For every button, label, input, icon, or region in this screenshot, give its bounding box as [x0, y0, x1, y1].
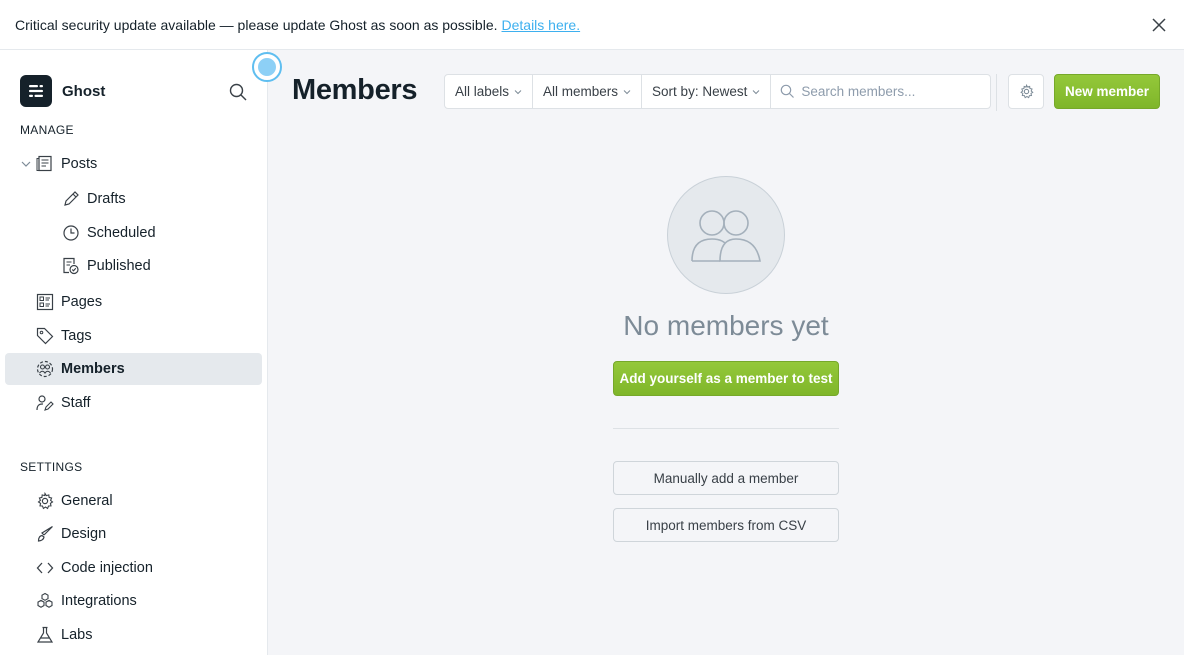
close-icon[interactable]	[1150, 16, 1168, 34]
sidebar-item-label: Integrations	[61, 593, 137, 609]
brand[interactable]: Ghost	[20, 75, 105, 107]
flask-icon	[36, 626, 54, 643]
pencil-icon	[64, 191, 79, 206]
add-yourself-button[interactable]: Add yourself as a member to test	[613, 361, 839, 396]
integrations-icon	[37, 592, 53, 608]
sidebar-item-pages[interactable]: Pages	[5, 286, 262, 318]
members-filter-label: All members	[543, 84, 619, 99]
labels-filter[interactable]: All labels	[445, 75, 534, 108]
brand-name: Ghost	[62, 82, 106, 100]
chevron-down-icon[interactable]	[21, 159, 31, 169]
sidebar-item-members[interactable]: Members	[5, 353, 262, 385]
chevron-down-icon	[514, 89, 522, 94]
gear-icon	[37, 492, 54, 510]
sidebar-item-label: Published	[87, 258, 151, 274]
sidebar-item-label: Code injection	[61, 560, 153, 576]
toolbar-divider	[996, 74, 997, 111]
sidebar-item-label: Members	[61, 361, 125, 377]
sidebar-item-published[interactable]: Published	[5, 250, 262, 282]
empty-state-title: No members yet	[623, 310, 829, 341]
banner-details-link[interactable]: Details here.	[502, 17, 581, 33]
members-settings-button[interactable]	[1008, 74, 1044, 109]
search-input[interactable]	[771, 75, 991, 108]
sidebar-item-tags[interactable]: Tags	[5, 320, 262, 352]
member-search	[771, 75, 991, 108]
sidebar-item-label: General	[61, 493, 113, 509]
security-banner: Critical security update available — ple…	[0, 0, 1184, 50]
manage-section-label: MANAGE	[20, 123, 74, 137]
search-icon[interactable]	[228, 82, 248, 102]
sidebar-item-label: Drafts	[87, 191, 126, 207]
sort-filter[interactable]: Sort by: Newest	[642, 75, 772, 108]
sidebar-item-staff[interactable]: Staff	[5, 387, 262, 419]
sidebar-item-label: Tags	[61, 328, 92, 344]
chevron-down-icon	[752, 89, 760, 94]
posts-icon	[36, 155, 52, 172]
code-icon	[36, 562, 54, 574]
sidebar-item-drafts[interactable]: Drafts	[5, 183, 262, 215]
published-icon	[63, 257, 79, 275]
sort-filter-label: Sort by: Newest	[652, 84, 748, 99]
chevron-down-icon	[623, 89, 631, 94]
sidebar-item-labs[interactable]: Labs	[5, 619, 262, 651]
clock-icon	[63, 225, 79, 241]
import-csv-button[interactable]: Import members from CSV	[613, 508, 839, 542]
members-empty-icon	[667, 176, 785, 294]
member-filters: All labels All members Sort by: Newest	[444, 74, 992, 109]
sidebar-item-scheduled[interactable]: Scheduled	[5, 217, 262, 249]
sidebar-item-label: Design	[61, 526, 107, 542]
members-icon	[36, 360, 54, 378]
sidebar-item-code-injection[interactable]: Code injection	[5, 552, 262, 584]
search-icon	[781, 84, 795, 98]
sidebar-item-label: Pages	[61, 294, 103, 310]
page-title: Members	[292, 74, 418, 106]
banner-message: Critical security update available — ple…	[15, 16, 498, 33]
sidebar-item-label: Scheduled	[87, 225, 156, 241]
sidebar-item-posts[interactable]: Posts	[5, 148, 262, 180]
sidebar-item-design[interactable]: Design	[5, 518, 262, 550]
sidebar-item-label: Staff	[61, 395, 91, 411]
sidebar-item-label: Posts	[61, 156, 98, 172]
members-filter[interactable]: All members	[533, 75, 643, 108]
sidebar-item-label: Labs	[61, 627, 93, 643]
brush-icon	[37, 525, 53, 542]
labels-filter-label: All labels	[455, 84, 510, 99]
pages-icon	[36, 293, 54, 311]
manually-add-member-button[interactable]: Manually add a member	[613, 461, 839, 495]
gear-icon	[1019, 84, 1034, 99]
sidebar-item-general[interactable]: General	[5, 485, 262, 517]
cursor-indicator	[252, 52, 282, 82]
sidebar-item-integrations[interactable]: Integrations	[5, 585, 262, 617]
new-member-button[interactable]: New member	[1054, 74, 1160, 109]
ghost-logo-icon	[20, 75, 52, 107]
settings-section-label: SETTINGS	[20, 460, 83, 474]
tag-icon	[36, 327, 54, 345]
sidebar: Ghost MANAGE Posts Drafts Scheduled Publ…	[0, 50, 268, 655]
divider	[613, 428, 839, 429]
staff-icon	[36, 395, 54, 411]
